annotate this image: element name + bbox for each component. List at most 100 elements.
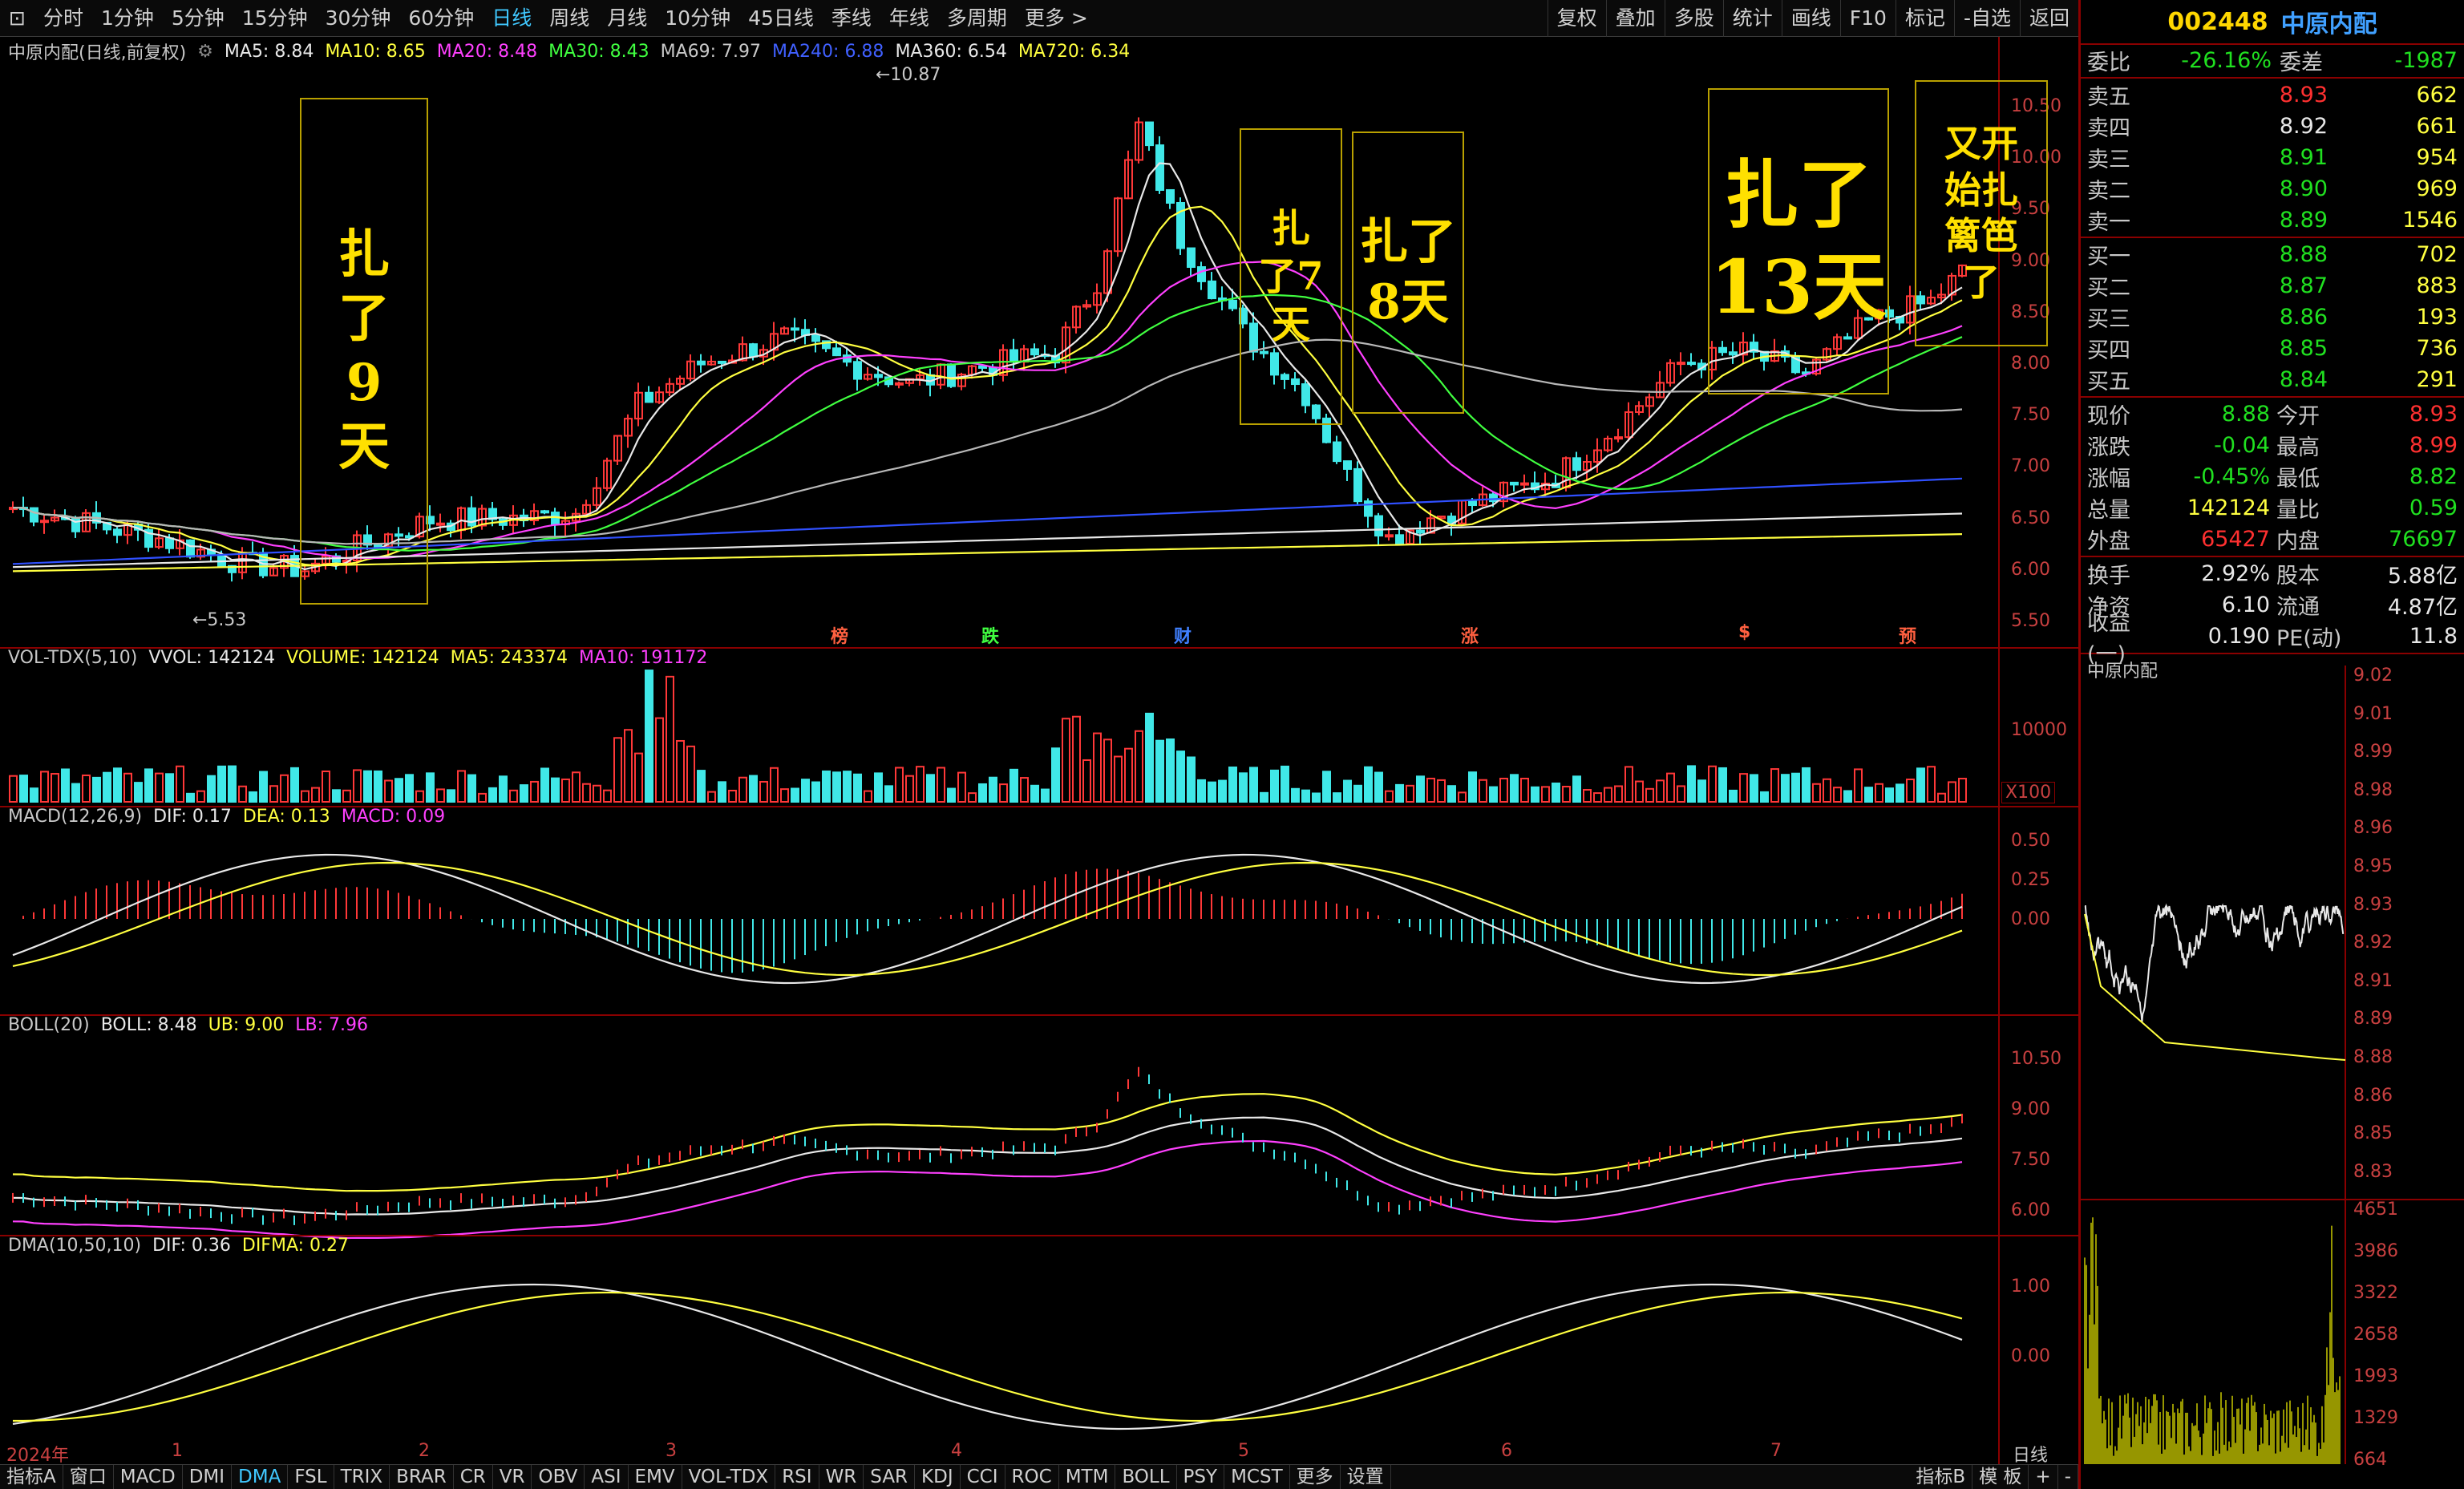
indicator-tab-2[interactable]: MACD <box>114 1464 183 1489</box>
volume-bar <box>61 768 70 803</box>
volume-bar <box>1583 789 1592 803</box>
price-tick: 7.00 <box>2011 456 2050 477</box>
volume-bar <box>572 771 581 803</box>
quote-row: 涨跌 -0.04 最高 8.99 <box>2081 430 2464 461</box>
volume-bar <box>113 767 122 803</box>
volume-bar <box>1103 738 1112 803</box>
price-tick: 8.00 <box>2011 354 2050 374</box>
indicator-tab-9[interactable]: VR <box>493 1464 532 1489</box>
price-tick: 6.50 <box>2011 508 2050 528</box>
indicator-tab-18[interactable]: CCI <box>961 1464 1005 1489</box>
indicator-tab-15[interactable]: WR <box>819 1464 864 1489</box>
macd-tick: 0.00 <box>2011 909 2050 929</box>
indicator-tab-11[interactable]: ASI <box>585 1464 629 1489</box>
dma-name[interactable]: DMA(10,50,10) <box>8 1236 141 1256</box>
dma-legend: DMA(10,50,10) DIF: 0.36 DIFMA: 0.27 <box>8 1236 349 1256</box>
volume-bar <box>1833 787 1842 803</box>
volume-bar <box>1468 771 1477 803</box>
candle-body <box>1416 529 1425 534</box>
time-tick: 5 <box>1238 1441 1249 1461</box>
volume-bar <box>1937 792 1946 803</box>
vol-name[interactable]: VOL-TDX(5,10) <box>8 648 137 668</box>
indicator-tab-3[interactable]: DMI <box>183 1464 233 1489</box>
mini-intraday[interactable]: 中原内配 <box>2081 655 2464 1489</box>
indicator-tab-10[interactable]: OBV <box>532 1464 585 1489</box>
order-label: 买五 <box>2087 370 2130 395</box>
indicator-tab-24[interactable]: 更多 <box>1290 1464 1341 1489</box>
quote-value: 0.190 <box>2207 624 2270 649</box>
volume-bar <box>457 770 466 803</box>
volume-bar <box>1948 781 1956 803</box>
indicator-tab-21[interactable]: BOLL <box>1115 1464 1177 1489</box>
indicator-tab-1[interactable]: 窗口 <box>63 1464 114 1489</box>
volume-bar <box>92 776 101 803</box>
macd-name[interactable]: MACD(12,26,9) <box>8 807 142 827</box>
indicator-tab-20[interactable]: MTM <box>1059 1464 1116 1489</box>
bottom-tool-1[interactable]: 模 板 <box>1972 1464 2029 1489</box>
quote-label: 最低 <box>2276 467 2320 492</box>
time-axis: 2024年 1 2 3 4 5 6 7 <box>0 1438 1998 1466</box>
boll-legend: BOLL(20) BOLL: 8.48 UB: 9.00 LB: 7.96 <box>8 1015 368 1035</box>
indicator-tab-8[interactable]: CR <box>454 1464 493 1489</box>
volume-bar <box>1875 783 1883 803</box>
annotation-line: 了 <box>1963 260 2000 304</box>
indicator-tab-17[interactable]: KDJ <box>915 1464 961 1489</box>
boll-name[interactable]: BOLL(20) <box>8 1015 90 1035</box>
volume-bar <box>1281 765 1289 803</box>
event-marker-3[interactable]: 涨 <box>1461 622 1479 648</box>
event-marker-0[interactable]: 榜 <box>831 622 848 648</box>
order-price: 8.87 <box>2279 273 2328 298</box>
volume-bar <box>353 769 362 803</box>
bottom-tool-3[interactable]: - <box>2058 1464 2078 1489</box>
indicator-tab-23[interactable]: MCST <box>1224 1464 1290 1489</box>
indicator-tab-4[interactable]: DMA <box>232 1464 289 1489</box>
indicator-tab-6[interactable]: TRIX <box>334 1464 390 1489</box>
volume-bar <box>217 765 226 803</box>
indicator-tab-5[interactable]: FSL <box>288 1464 334 1489</box>
quote-row: 收益(一) 0.190 PE(动) 11.8 <box>2081 611 2464 667</box>
candle-body <box>1009 349 1018 363</box>
indicator-tab-25[interactable]: 设置 <box>1341 1464 1391 1489</box>
order-row: 卖二 8.90 969 <box>2081 173 2464 204</box>
macd-value-2: MACD: 0.09 <box>341 807 446 827</box>
volume-bar <box>1312 792 1321 803</box>
bottom-tool-2[interactable]: + <box>2029 1464 2058 1489</box>
order-price: 8.84 <box>2279 367 2328 392</box>
indicator-tab-14[interactable]: RSI <box>775 1464 819 1489</box>
event-marker-5[interactable]: 预 <box>1899 622 1916 648</box>
quote-label: 涨幅 <box>2087 467 2130 492</box>
volume-bar <box>1604 787 1612 803</box>
order-row: 卖三 8.91 954 <box>2081 142 2464 173</box>
bottom-tool-0[interactable]: 指标B <box>1909 1464 1973 1489</box>
volume-bar <box>1051 747 1060 803</box>
quote-value: 76697 <box>2389 527 2458 552</box>
indicator-tab-16[interactable]: SAR <box>864 1464 916 1489</box>
event-marker-2[interactable]: 财 <box>1174 622 1192 648</box>
event-marker-4[interactable]: $ <box>1738 622 1750 642</box>
boll-tick: 9.00 <box>2011 1099 2050 1119</box>
indicator-tab-0[interactable]: 指标A <box>0 1464 63 1489</box>
volume-bar <box>520 784 528 803</box>
candle-body <box>1166 188 1175 204</box>
annotation-line: 扎了 <box>1360 214 1456 270</box>
quote-label: 外盘 <box>2087 529 2130 554</box>
order-volume: 193 <box>2416 305 2458 330</box>
time-tick: 7 <box>1770 1441 1782 1461</box>
annotation-line: 8天 <box>1367 274 1449 330</box>
volume-bar <box>676 739 685 803</box>
candle-body <box>1520 482 1529 486</box>
indicator-tab-7[interactable]: BRAR <box>390 1464 454 1489</box>
quote-label: PE(动) <box>2276 626 2342 651</box>
indicator-tab-12[interactable]: EMV <box>629 1464 682 1489</box>
volume-bar <box>759 780 768 803</box>
indicator-tab-19[interactable]: ROC <box>1005 1464 1059 1489</box>
indicator-tab-13[interactable]: VOL-TDX <box>682 1464 776 1489</box>
quote-label: 流通 <box>2276 595 2320 620</box>
volume-bar <box>1854 768 1863 803</box>
order-volume: 883 <box>2416 273 2458 298</box>
event-marker-1[interactable]: 跌 <box>981 622 999 648</box>
indicator-tab-22[interactable]: PSY <box>1177 1464 1225 1489</box>
volume-bar <box>499 775 508 803</box>
volume-bar <box>1228 766 1237 803</box>
candle-body <box>1468 500 1477 507</box>
